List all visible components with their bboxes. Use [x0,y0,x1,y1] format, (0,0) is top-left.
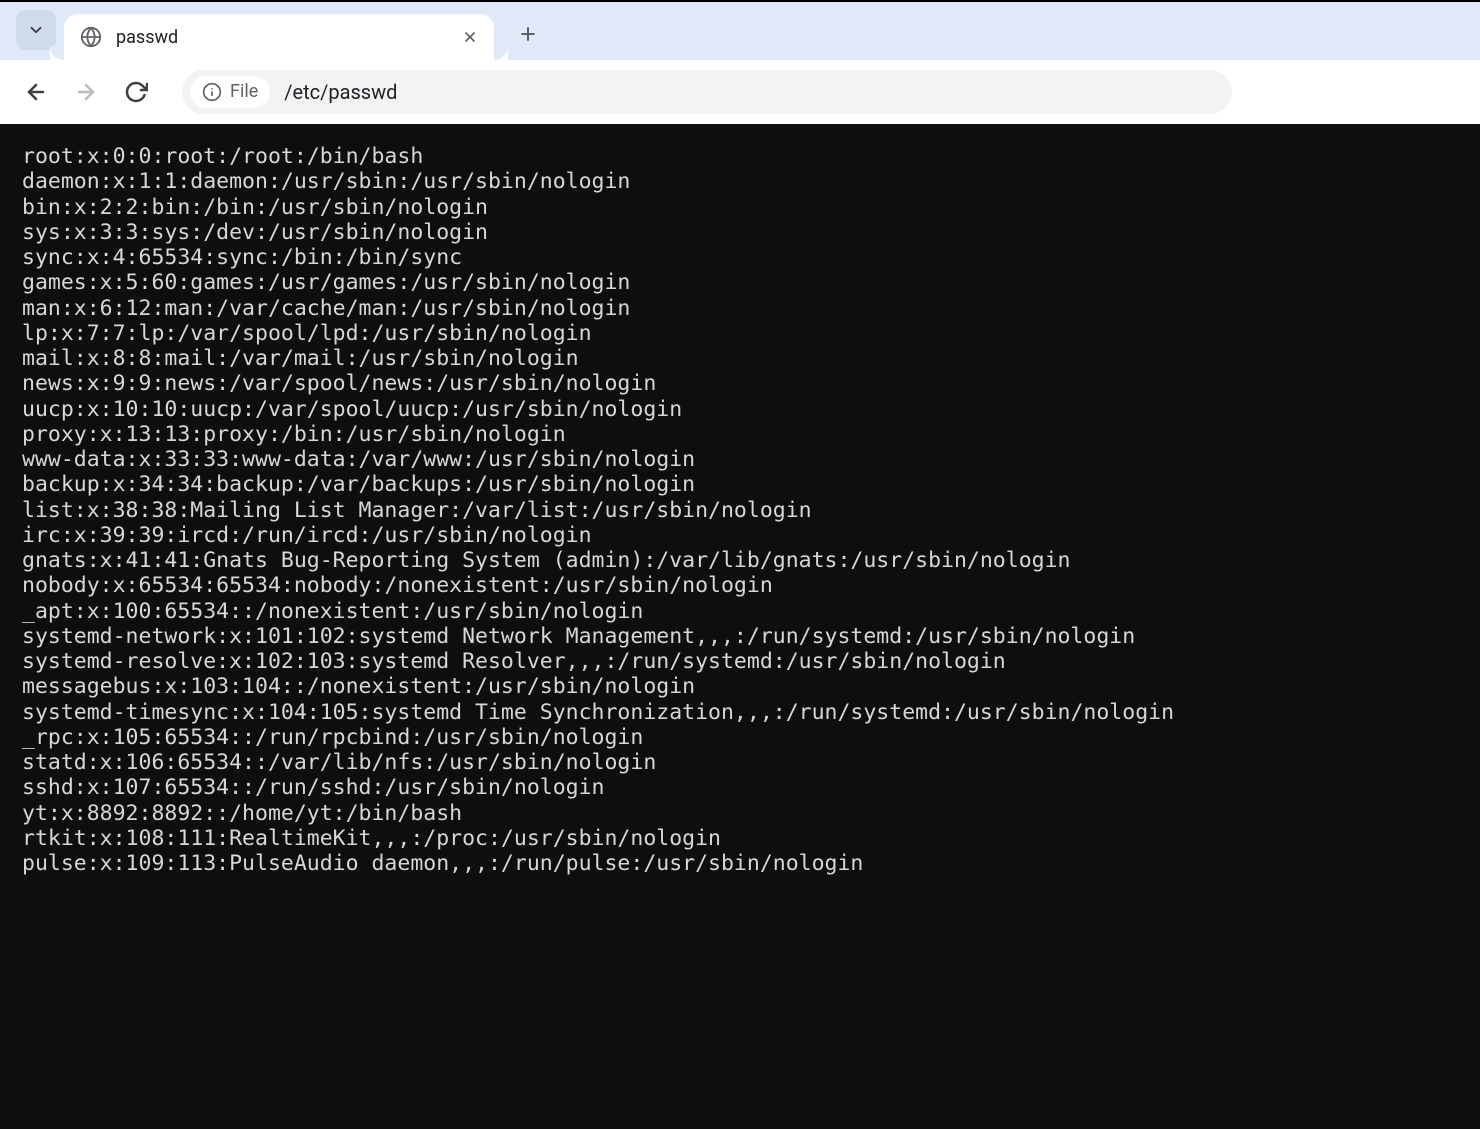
tab-strip: passwd [0,0,1480,60]
arrow-left-icon [24,80,48,104]
close-tab-button[interactable] [460,27,480,47]
close-icon [462,29,478,45]
tab-search-dropdown[interactable] [16,10,56,50]
globe-icon [80,26,102,48]
address-bar[interactable]: File /etc/passwd [182,70,1232,114]
back-button[interactable] [14,70,58,114]
browser-tab[interactable]: passwd [64,14,494,60]
plus-icon [518,24,538,44]
site-info-chip[interactable]: File [190,76,270,108]
toolbar: File /etc/passwd [0,60,1480,124]
url-text[interactable]: /etc/passwd [284,80,1224,104]
reload-button[interactable] [114,70,158,114]
reload-icon [124,80,148,104]
file-content: root:x:0:0:root:/root:/bin/bash daemon:x… [0,124,1480,1129]
site-info-label: File [230,81,258,102]
arrow-right-icon [74,80,98,104]
tab-title: passwd [116,27,460,48]
forward-button[interactable] [64,70,108,114]
info-icon [202,82,222,102]
new-tab-button[interactable] [508,14,548,54]
chevron-down-icon [27,21,45,39]
